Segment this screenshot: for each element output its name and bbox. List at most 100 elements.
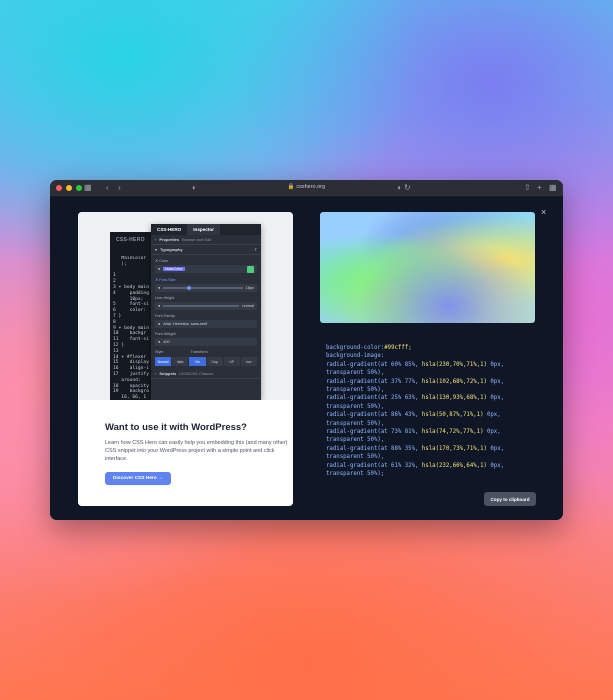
code-keyword: 0px,: [486, 395, 505, 402]
code-line: transparent 50%),: [326, 369, 551, 377]
font-size-label: ✕ Font-Size: [155, 278, 176, 282]
font-family-label: Font-Family: [155, 314, 176, 318]
wordpress-promo-card: CSS-HERO MainColor ); 1 2 3 ▾ body main …: [78, 212, 293, 506]
transform-low: low: [240, 357, 258, 366]
code-keyword: radial-gradient(at 60% 85%,: [326, 361, 422, 368]
inspector-panel: CSS-HERO Inspector ‹ Properties Browse a…: [151, 224, 261, 400]
browse-label: Browse and Edit: [182, 237, 212, 242]
card-body: Want to use it with WordPress? Learn how…: [78, 400, 293, 506]
code-keyword: transparent 50%),: [326, 437, 385, 444]
modal-content: CSS-HERO MainColor ); 1 2 3 ▾ body main …: [50, 197, 563, 520]
lock-icon: ●: [158, 340, 161, 344]
transform-up: UP: [223, 357, 240, 366]
line-height-label: Line-Height: [155, 296, 175, 300]
close-icon[interactable]: ×: [541, 207, 546, 217]
lock-icon: ●: [158, 267, 161, 271]
color-swatch: [247, 265, 254, 273]
snippets-label: Snippets: [159, 371, 177, 376]
code-line: radial-gradient(at 73% 81%, hsla(74,72%,…: [326, 428, 551, 436]
code-line: transparent 50%),: [326, 403, 551, 411]
lock-icon: ●: [158, 322, 161, 326]
code-line: transparent 50%),: [326, 386, 551, 394]
typography-row: ▾ Typography T: [151, 245, 261, 255]
code-value: hsla(50,87%,71%,1): [421, 412, 484, 419]
line-height-slider: [163, 305, 240, 307]
discover-css-hero-button[interactable]: Discover CSS Hero →: [105, 471, 171, 485]
code-line: transparent 50%),: [326, 420, 551, 428]
panel-header: CSS-HERO Inspector: [151, 224, 261, 235]
line-height-value: normal: [242, 304, 254, 308]
chevron-icon: ‹: [155, 237, 157, 242]
code-keyword: radial-gradient(at 61% 32%,: [326, 462, 422, 469]
color-field: ● MainColor: [155, 265, 257, 273]
code-value: hsla(232,66%,64%,1): [421, 462, 487, 469]
code-keyword: 0px,: [483, 429, 501, 436]
card-title: Want to use it with WordPress?: [105, 422, 247, 433]
transform-none: Nn: [189, 357, 206, 366]
style-transform-label: Style Transform: [155, 350, 208, 354]
font-weight-value: 400: [163, 340, 170, 344]
font-weight-label: Font-Weight: [155, 332, 176, 336]
font-weight-field: ● 400: [155, 338, 257, 346]
code-keyword: background-color:: [326, 345, 385, 351]
code-keyword: radial-gradient(at 86% 43%,: [326, 412, 422, 419]
code-line: transparent 50%),: [326, 436, 551, 444]
card-description: Learn how CSS Hero can easily help you e…: [105, 440, 288, 463]
font-family-field: ● Arial, Helvetica, sans-serif: [155, 320, 257, 328]
css-hero-screenshot: CSS-HERO MainColor ); 1 2 3 ▾ body main …: [78, 212, 293, 400]
chevron-icon: ‹: [155, 371, 157, 376]
font-size-value: 18px: [245, 286, 254, 290]
tab-inspector: Inspector: [187, 224, 220, 235]
properties-label: Properties: [159, 237, 180, 242]
color-label: ✕ Color: [155, 259, 169, 263]
code-keyword: transparent 50%),: [326, 454, 385, 461]
code-line: radial-gradient(at 37% 77%, hsla(102,68%…: [326, 378, 551, 386]
typography-label: Typography: [160, 247, 183, 252]
code-keyword: transparent 50%),: [326, 387, 385, 394]
font-size-slider: [163, 285, 243, 290]
lock-icon: 🔒: [287, 184, 295, 190]
address-bar[interactable]: 🔒 csshero.org: [50, 184, 563, 190]
transform-cap: Cap: [206, 357, 223, 366]
snippets-row: ‹ Snippets LESSCSS Classes: [151, 369, 261, 379]
text-icon: T: [254, 247, 257, 252]
reader-icon[interactable]: ◑: [396, 183, 401, 193]
editor-logo: CSS-HERO: [116, 237, 145, 243]
tab-overview-icon[interactable]: ▦: [549, 183, 557, 193]
code-value: #99cfff;: [384, 345, 412, 351]
code-line: background-image:: [326, 352, 551, 360]
properties-row: ‹ Properties Browse and Edit: [151, 235, 261, 245]
code-keyword: 0px,: [486, 445, 505, 452]
reload-icon[interactable]: ↻: [404, 183, 411, 193]
code-line: background-color:#99cfff;: [326, 344, 551, 352]
style-transform-segments: Normal Italic Nn Cap UP low: [155, 357, 258, 366]
code-keyword: transparent 50%);: [326, 471, 385, 478]
code-keyword: 0px,: [483, 412, 501, 419]
code-keyword: transparent 50%),: [326, 370, 385, 377]
lock-icon: ●: [158, 286, 161, 290]
style-normal: Normal: [155, 357, 172, 366]
new-tab-icon[interactable]: +: [537, 183, 542, 193]
code-line: radial-gradient(at 86% 43%, hsla(50,87%,…: [326, 411, 551, 419]
color-value: MainColor: [163, 267, 185, 271]
code-line: radial-gradient(at 25% 63%, hsla(130,93%…: [326, 394, 551, 402]
line-height-field: ● normal: [155, 302, 257, 310]
chevron-down-icon: ▾: [155, 247, 158, 252]
code-keyword: transparent 50%),: [326, 420, 385, 427]
css-code-block: background-color:#99cfff; background-imag…: [326, 344, 551, 479]
code-keyword: 0px,: [486, 462, 505, 469]
code-line: radial-gradient(at 88% 35%, hsla(170,73%…: [326, 445, 551, 453]
code-keyword: radial-gradient(at 37% 77%,: [326, 378, 422, 385]
code-value: hsla(74,72%,77%,1): [421, 429, 484, 436]
code-value: hsla(102,68%,72%,1): [421, 378, 487, 385]
share-icon[interactable]: ⇧: [524, 183, 531, 193]
browser-titlebar: ▦ ‹ › ◐ 🔒 csshero.org ◑ ↻ ⇧ + ▦: [50, 180, 563, 197]
code-line: transparent 50%);: [326, 470, 551, 478]
code-keyword: radial-gradient(at 88% 35%,: [326, 445, 422, 452]
code-value: hsla(130,93%,68%,1): [421, 395, 487, 402]
style-italic: Italic: [172, 357, 189, 366]
code-keyword: 0px,: [486, 361, 505, 368]
copy-to-clipboard-button[interactable]: Copy to clipboard: [484, 492, 536, 506]
code-keyword: radial-gradient(at 25% 63%,: [326, 395, 422, 402]
font-size-field: ● 18px: [155, 284, 257, 292]
